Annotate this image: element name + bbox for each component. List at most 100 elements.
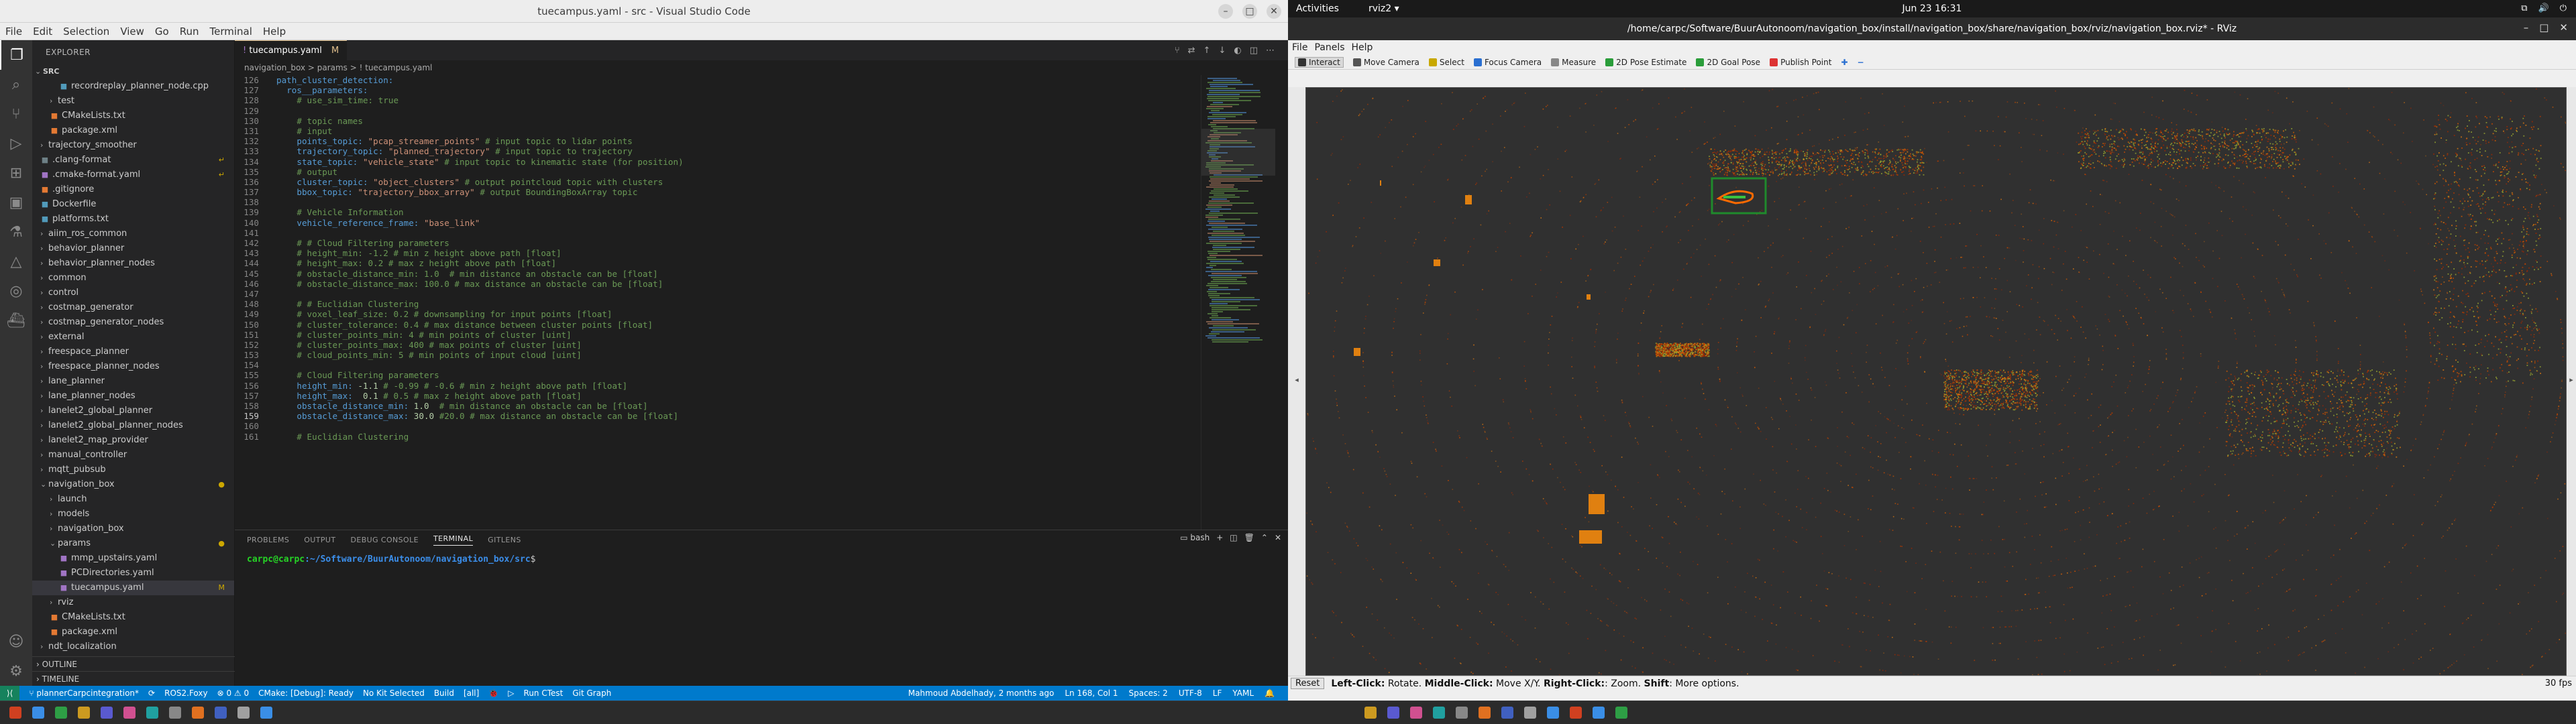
right-dock-collapsed[interactable]: ▸ bbox=[2567, 87, 2576, 676]
line-ending[interactable]: LF bbox=[1213, 688, 1222, 698]
tree-file[interactable]: ■ CMakeLists.txt bbox=[32, 109, 234, 123]
accounts-icon[interactable]: ☺ bbox=[0, 627, 32, 656]
tree-file[interactable]: ■ .clang-format ↵ bbox=[32, 153, 234, 168]
tool-measure[interactable]: Measure bbox=[1551, 58, 1596, 67]
minimap[interactable] bbox=[1201, 75, 1275, 530]
tree-folder[interactable]: › trajectory_smoother bbox=[32, 138, 234, 153]
menu-run[interactable]: Run bbox=[180, 25, 199, 38]
sync-icon[interactable]: ⟳ bbox=[148, 688, 155, 698]
remote-indicator[interactable]: ⟩⟨ bbox=[0, 686, 20, 701]
search-icon[interactable]: ⌕ bbox=[0, 70, 32, 99]
taskbar-app-icon[interactable] bbox=[1547, 707, 1559, 719]
docker-icon[interactable]: ⛴ bbox=[0, 306, 32, 335]
tool-2d-pose-estimate[interactable]: 2D Pose Estimate bbox=[1605, 58, 1686, 67]
trash-icon[interactable]: 🗑 bbox=[1244, 533, 1254, 542]
panel-tab-output[interactable]: OUTPUT bbox=[304, 536, 335, 544]
close-panel-icon[interactable]: ✕ bbox=[1275, 533, 1281, 542]
tool-interact[interactable]: Interact bbox=[1295, 56, 1344, 68]
tree-folder[interactable]: › lanelet2_global_planner bbox=[32, 404, 234, 418]
taskbar-app-icon[interactable] bbox=[192, 707, 204, 719]
tree-folder[interactable]: › ndt_localization bbox=[32, 640, 234, 654]
tree-folder[interactable]: › costmap_generator_nodes bbox=[32, 315, 234, 330]
taskbar-app-icon[interactable] bbox=[1364, 707, 1377, 719]
source-control-icon[interactable]: ⑂ bbox=[0, 99, 32, 129]
tree-folder[interactable]: › navigation_box bbox=[32, 522, 234, 536]
taskbar-app-icon[interactable] bbox=[1593, 707, 1605, 719]
terminal-shell-label[interactable]: ▭ bash bbox=[1180, 533, 1210, 542]
encoding[interactable]: UTF-8 bbox=[1179, 688, 1202, 698]
network-icon[interactable]: ⧉ bbox=[2521, 0, 2527, 17]
problems-count[interactable]: ⊗ 0 ⚠ 0 bbox=[217, 688, 250, 698]
tree-folder[interactable]: › models bbox=[32, 507, 234, 522]
cmake-status[interactable]: CMake: [Debug]: Ready bbox=[258, 688, 354, 698]
cmake-icon[interactable]: △ bbox=[0, 247, 32, 276]
more-actions-icon[interactable]: ⋯ bbox=[1266, 46, 1275, 56]
tree-file[interactable]: ■ Dockerfile bbox=[32, 197, 234, 212]
build-button[interactable]: Build bbox=[434, 688, 454, 698]
taskbar-app-icon[interactable] bbox=[123, 707, 136, 719]
tree-folder[interactable]: › manual_controller bbox=[32, 448, 234, 463]
git-blame[interactable]: Mahmoud Abdelhady, 2 months ago bbox=[908, 688, 1055, 698]
tree-folder[interactable]: ⌄ params ● bbox=[32, 536, 234, 551]
root-folder[interactable]: ⌄ SRC bbox=[32, 64, 234, 79]
split-terminal-icon[interactable]: ◫ bbox=[1230, 533, 1237, 542]
close-button[interactable]: ✕ bbox=[1267, 4, 1281, 19]
tool-move-camera[interactable]: Move Camera bbox=[1352, 58, 1419, 67]
notifications-icon[interactable]: 🔔 bbox=[1265, 688, 1275, 698]
taskbar-app-icon[interactable] bbox=[55, 707, 67, 719]
debug-icon[interactable]: 🐞 bbox=[488, 688, 498, 698]
ros-distro[interactable]: ROS2.Foxy bbox=[164, 688, 208, 698]
split-editor-icon[interactable]: ◫ bbox=[1250, 46, 1258, 56]
tree-file[interactable]: ■ .cmake-format.yaml ↵ bbox=[32, 168, 234, 182]
tool-select[interactable]: Select bbox=[1428, 58, 1464, 67]
menu-edit[interactable]: Edit bbox=[33, 25, 52, 38]
compare-icon[interactable]: ⇄ bbox=[1188, 46, 1195, 56]
taskbar-app-icon[interactable] bbox=[1387, 707, 1399, 719]
3d-viewport[interactable] bbox=[1305, 87, 2567, 676]
taskbar-app-icon[interactable] bbox=[1615, 707, 1627, 719]
tree-file[interactable]: ■ mmp_upstairs.yaml bbox=[32, 551, 234, 566]
maximize-button[interactable]: □ bbox=[1242, 4, 1257, 19]
tree-folder[interactable]: › lanelet2_global_planner_nodes bbox=[32, 418, 234, 433]
taskbar-app-icon[interactable] bbox=[237, 707, 250, 719]
tree-file[interactable]: ■ .gitignore bbox=[32, 182, 234, 197]
git-graph-icon[interactable]: ◎ bbox=[0, 276, 32, 306]
taskbar-app-icon[interactable] bbox=[32, 707, 44, 719]
taskbar-app-icon[interactable] bbox=[101, 707, 113, 719]
app-menu[interactable]: rviz2 ▾ bbox=[1368, 0, 1399, 17]
settings-gear-icon[interactable]: ⚙ bbox=[0, 656, 32, 686]
tree-file[interactable]: ■ CMakeLists.txt bbox=[32, 610, 234, 625]
section-timeline[interactable]: › TIMELINE bbox=[32, 671, 235, 686]
remote-explorer-icon[interactable]: ▣ bbox=[0, 188, 32, 217]
code-editor[interactable]: 126 path_cluster_detection: 127 ros__parame… bbox=[235, 75, 1187, 530]
tree-folder[interactable]: › launch bbox=[32, 492, 234, 507]
tree-folder[interactable]: › mqtt_pubsub bbox=[32, 463, 234, 477]
run-debug-icon[interactable]: ▷ bbox=[0, 129, 32, 158]
panel-tab-debug-console[interactable]: DEBUG CONSOLE bbox=[350, 536, 419, 544]
tree-folder[interactable]: › rviz bbox=[32, 595, 234, 610]
tree-folder[interactable]: › common bbox=[32, 271, 234, 286]
menu-go[interactable]: Go bbox=[155, 25, 169, 38]
tree-folder[interactable]: › behavior_planner bbox=[32, 241, 234, 256]
tool-publish-point[interactable]: Publish Point bbox=[1770, 58, 1831, 67]
tree-folder[interactable]: ⌄ navigation_box ● bbox=[32, 477, 234, 492]
tree-file[interactable]: ■ PCDirectories.yaml bbox=[32, 566, 234, 581]
tree-folder[interactable]: › costmap_generator bbox=[32, 300, 234, 315]
left-dock-collapsed[interactable]: ◂ bbox=[1288, 87, 1305, 676]
taskbar-app-icon[interactable] bbox=[1410, 707, 1422, 719]
cmake-kit[interactable]: No Kit Selected bbox=[363, 688, 425, 698]
previous-change-icon[interactable]: ↑ bbox=[1203, 46, 1211, 56]
tree-folder[interactable]: › test bbox=[32, 94, 234, 109]
minimap-slider[interactable] bbox=[1201, 129, 1275, 176]
taskbar-app-icon[interactable] bbox=[146, 707, 158, 719]
tree-folder[interactable]: › lanelet2_map_provider bbox=[32, 433, 234, 448]
testing-icon[interactable]: ⚗ bbox=[0, 217, 32, 247]
expand-right-icon[interactable]: ▸ bbox=[2567, 375, 2576, 384]
terminal-output[interactable]: carpc@carpc:~/Software/BuurAutonoom/navi… bbox=[235, 549, 1288, 570]
menu-file[interactable]: File bbox=[5, 25, 22, 38]
tree-file[interactable]: ■ tuecampus.yaml M bbox=[32, 581, 234, 595]
tree-folder[interactable]: › control bbox=[32, 286, 234, 300]
cursor-position[interactable]: Ln 168, Col 1 bbox=[1065, 688, 1118, 698]
close-button[interactable]: ✕ bbox=[2559, 21, 2568, 34]
add-tool-icon[interactable]: ✚ bbox=[1841, 58, 1847, 67]
